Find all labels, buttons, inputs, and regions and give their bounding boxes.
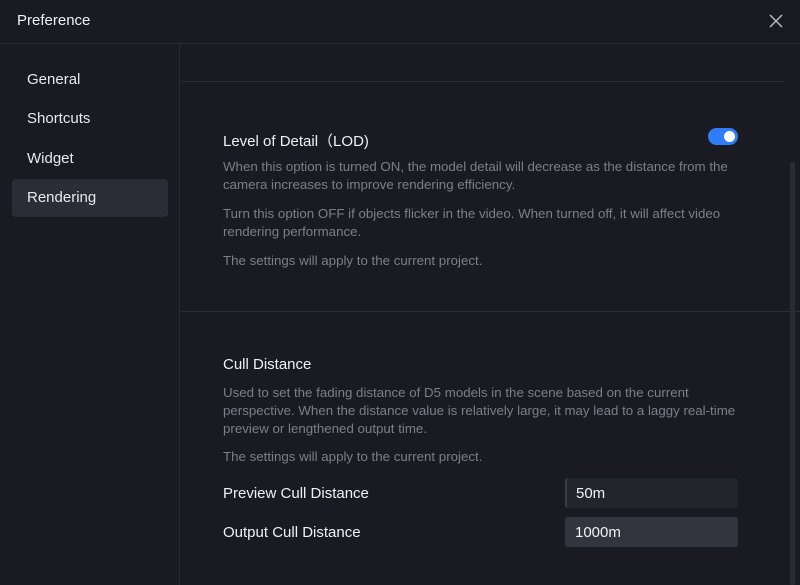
sidebar-item-shortcuts[interactable]: Shortcuts	[12, 100, 168, 138]
lod-title: Level of Detail（LOD)	[223, 133, 369, 150]
close-icon	[769, 14, 783, 28]
title-bar: Preference	[0, 0, 800, 44]
sidebar-item-general[interactable]: General	[12, 61, 168, 99]
sidebar-item-rendering[interactable]: Rendering	[12, 179, 168, 217]
dialog-title: Preference	[17, 12, 91, 29]
cull-title: Cull Distance	[223, 356, 312, 373]
scrollbar[interactable]	[790, 162, 795, 585]
preview-cull-label: Preview Cull Distance	[223, 485, 369, 502]
preview-cull-input[interactable]	[565, 478, 738, 508]
lod-toggle[interactable]	[708, 128, 738, 145]
output-cull-input[interactable]	[565, 517, 738, 547]
cull-description: Used to set the fading distance of D5 mo…	[223, 385, 736, 436]
lod-project-note: The settings will apply to the current p…	[223, 253, 483, 268]
lod-flicker-note: Turn this option OFF if objects flicker …	[223, 206, 721, 239]
toggle-knob	[724, 131, 735, 142]
preference-dialog: Preference General Shortcuts Widget Rend…	[0, 0, 800, 585]
lod-description: When this option is turned ON, the model…	[223, 159, 728, 192]
sidebar-item-widget[interactable]: Widget	[12, 140, 168, 178]
section-divider	[181, 311, 800, 312]
output-cull-label: Output Cull Distance	[223, 524, 361, 541]
cull-project-note: The settings will apply to the current p…	[223, 449, 483, 464]
divider	[181, 81, 784, 82]
close-button[interactable]	[764, 9, 788, 33]
sidebar: General Shortcuts Widget Rendering	[0, 44, 180, 585]
settings-panel: Level of Detail（LOD) When this option is…	[181, 44, 800, 585]
